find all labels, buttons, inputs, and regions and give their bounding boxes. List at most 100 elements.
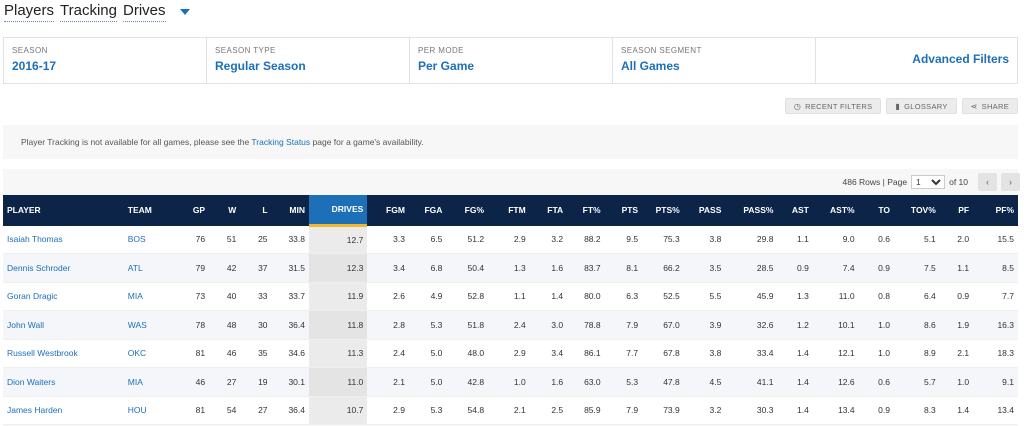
column-header-l[interactable]: L [240,195,272,226]
cell-fgm: 3.3 [367,225,409,254]
team-link[interactable]: HOU [128,405,147,415]
cell-pts: 9.5 [604,225,643,254]
team-link[interactable]: WAS [128,320,147,330]
team-link[interactable]: OKC [128,348,146,358]
table-row: James Harden HOU 81 54 27 36.4 10.7 2.9 5.3 54.8 2… [3,396,1018,425]
player-link[interactable]: Dennis Schroder [7,263,70,273]
cell-w: 51 [209,225,241,254]
page-select[interactable]: 1 [911,175,946,189]
table-header: PLAYER TEAM GP W L MIN DRIVES FGM FGA FG% FTM FTA FT… [3,195,1018,227]
tracking-notice: Player Tracking is not available for all… [3,125,1018,159]
column-header-pts[interactable]: PTS [604,195,643,226]
column-header-to[interactable]: TO [858,195,894,226]
column-header-pts-pct[interactable]: PTS% [642,195,684,226]
cell-fg-pct: 51.8 [446,310,489,340]
recent-filters-button[interactable]: ◷ RECENT FILTERS [784,98,882,114]
column-header-ft-pct[interactable]: FT% [567,195,605,226]
column-header-fgm[interactable]: FGM [367,195,409,226]
cell-l: 37 [240,253,272,283]
team-link[interactable]: MIA [128,377,143,387]
cell-ft-pct: 80.0 [567,282,605,311]
title-word[interactable]: Tracking [60,2,117,22]
cell-player: Goran Dragic [3,282,124,311]
cell-fga: 5.3 [408,396,447,425]
column-header-pf-pct[interactable]: PF% [973,195,1018,226]
filter-value[interactable]: All Games [621,59,807,73]
cell-fgm: 2.1 [367,367,409,397]
filter-bar: SEASON 2016-17 SEASON TYPE Regular Seaso… [3,37,1018,84]
column-header-pass-pct[interactable]: PASS% [725,195,778,226]
page-total: of 10 [949,177,968,187]
cell-fgm: 2.9 [367,396,409,425]
cell-pf: 1.9 [939,310,974,340]
prev-page-button[interactable]: ‹ [978,173,997,191]
filter-label: SEASON SEGMENT [621,46,702,55]
column-header-fg-pct[interactable]: FG% [446,195,489,226]
column-header-ast-pct[interactable]: AST% [812,195,859,226]
chevron-down-icon[interactable] [179,9,190,15]
cell-drives: 12.7 [309,225,368,254]
column-header-drives[interactable]: DRIVES [309,195,368,227]
cell-l: 25 [240,225,272,254]
column-header-ftm[interactable]: FTM [488,195,530,226]
title-word[interactable]: Drives [123,2,166,22]
cell-pf-pct: 8.5 [973,253,1018,283]
column-header-w[interactable]: W [209,195,241,226]
cell-pass-pct: 30.3 [725,396,778,425]
advanced-filters-cell: Advanced Filters [816,38,1017,83]
player-link[interactable]: Goran Dragic [7,291,58,301]
cell-gp: 81 [171,396,210,425]
team-link[interactable]: ATL [128,263,143,273]
cell-pass-pct: 32.6 [725,310,778,340]
cell-ast-pct: 12.6 [812,367,859,397]
column-header-min[interactable]: MIN [271,195,309,226]
column-header-pf[interactable]: PF [939,195,974,226]
cell-ft-pct: 88.2 [567,225,605,254]
filter-per-mode[interactable]: PER MODE Per Game [410,38,613,83]
share-button[interactable]: ⋖ SHARE [961,98,1018,114]
cell-to: 1.0 [858,310,894,340]
column-header-tov-pct[interactable]: TOV% [894,195,940,226]
team-link[interactable]: MIA [128,291,143,301]
player-link[interactable]: Russell Westbrook [7,348,78,358]
filter-value[interactable]: Regular Season [215,59,401,73]
cell-fgm: 2.4 [367,339,409,368]
column-header-pass[interactable]: PASS [683,195,726,226]
player-link[interactable]: Dion Waiters [7,377,55,387]
column-header-gp[interactable]: GP [171,195,210,226]
column-header-ast[interactable]: AST [777,195,813,226]
cell-drives: 11.9 [309,282,368,311]
rows-count: 486 Rows | Page [842,177,908,187]
cell-pass-pct: 45.9 [725,282,778,311]
cell-l: 35 [240,339,272,368]
filter-season-type[interactable]: SEASON TYPE Regular Season [207,38,410,83]
column-header-fga[interactable]: FGA [408,195,447,226]
cell-player: James Harden [3,396,124,425]
cell-pf-pct: 13.4 [973,396,1018,425]
cell-pts-pct: 47.8 [642,367,684,397]
filter-value[interactable]: 2016-17 [12,59,198,73]
player-link[interactable]: John Wall [7,320,44,330]
notice-text-after: page for a game's availability. [310,137,424,147]
cell-tov-pct: 5.1 [894,225,940,254]
advanced-filters-link[interactable]: Advanced Filters [912,52,1009,66]
filter-value[interactable]: Per Game [418,59,604,73]
team-link[interactable]: BOS [128,234,146,244]
glossary-button[interactable]: ▮ GLOSSARY [886,98,957,114]
column-header-fta[interactable]: FTA [529,195,568,226]
player-link[interactable]: Isaiah Thomas [7,234,63,244]
tracking-status-link[interactable]: Tracking Status [251,137,310,147]
cell-ast: 1.2 [777,310,813,340]
table-body: Isaiah Thomas BOS 76 51 25 33.8 12.7 3.3 6.5 51.2… [3,225,1018,425]
cell-l: 19 [240,367,272,397]
player-link[interactable]: James Harden [7,405,62,415]
title-word[interactable]: Players [4,2,55,22]
filter-season[interactable]: SEASON 2016-17 [4,38,207,83]
cell-gp: 46 [171,367,210,397]
filter-season-segment[interactable]: SEASON SEGMENT All Games [613,38,816,83]
column-header-team[interactable]: TEAM [123,195,172,226]
share-icon: ⋖ [970,101,978,111]
next-page-button[interactable]: › [1001,173,1020,191]
column-header-player[interactable]: PLAYER [3,195,124,226]
cell-fta: 1.6 [529,253,568,283]
